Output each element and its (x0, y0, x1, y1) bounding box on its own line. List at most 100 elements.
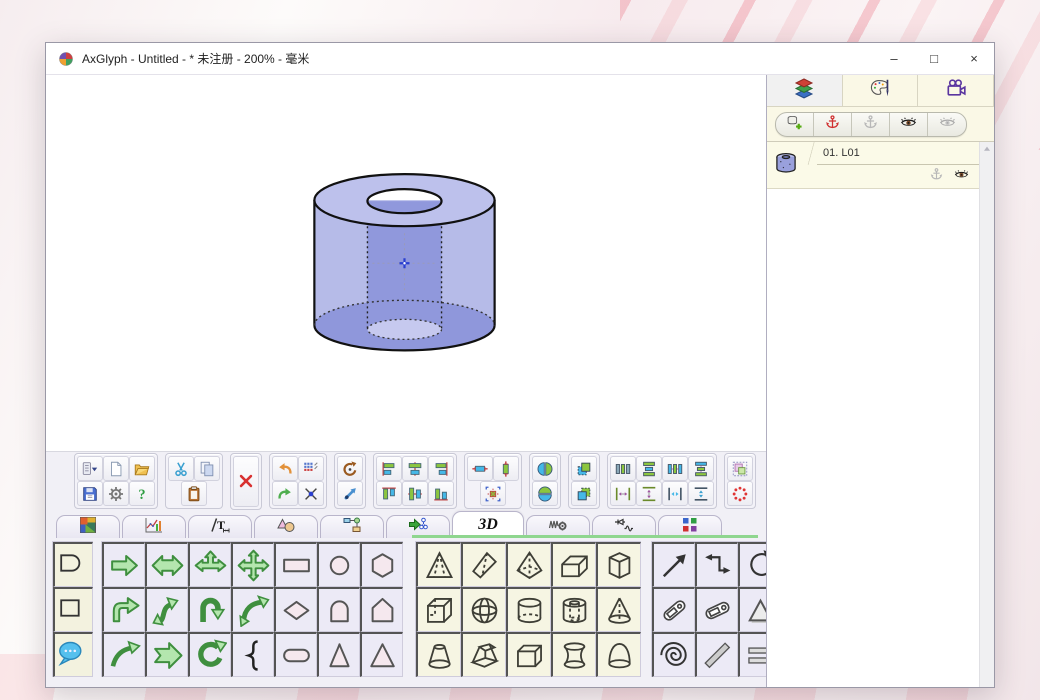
minimize-button[interactable]: – (874, 44, 914, 74)
center-vertical-button[interactable] (493, 456, 519, 481)
palette-square-pyramid-button[interactable] (506, 542, 551, 587)
rotate-free-button[interactable] (337, 481, 363, 506)
open-folder-button[interactable] (129, 456, 155, 481)
close-button[interactable]: × (954, 44, 994, 74)
align-center-button[interactable] (402, 456, 428, 481)
align-bottom-button[interactable] (428, 481, 454, 506)
align-middle-button[interactable] (402, 481, 428, 506)
palette-cube-button[interactable] (416, 587, 461, 632)
palette-tetrahedron-button[interactable] (461, 542, 506, 587)
palette-arrow-right-button[interactable] (102, 542, 145, 587)
palette-paraboloid-button[interactable] (596, 632, 641, 677)
cut-button[interactable] (168, 456, 194, 481)
layer-list-scrollbar[interactable] (979, 142, 994, 687)
palette-arrow-three-way-button[interactable] (188, 542, 231, 587)
flip-horizontal-button[interactable] (532, 456, 558, 481)
palette-shape-rect-button[interactable] (274, 542, 317, 587)
palette-arrow-u-turn-button[interactable] (188, 587, 231, 632)
palette-circular-arrow-button[interactable] (738, 542, 766, 587)
palette-triangle-solid-button[interactable] (738, 587, 766, 632)
palette-cylinder-button[interactable] (506, 587, 551, 632)
paste-button[interactable] (181, 481, 207, 506)
palette-cuboid-button[interactable] (506, 632, 551, 677)
palette-frustum-button[interactable] (416, 632, 461, 677)
undo-button[interactable] (272, 456, 298, 481)
palette-prism-horizontal-button[interactable] (551, 542, 596, 587)
style-panel-tab[interactable] (843, 75, 919, 106)
space-vertical-button[interactable] (636, 481, 662, 506)
palette-arrow-both-button[interactable] (145, 542, 188, 587)
show-layer-button[interactable] (890, 113, 928, 136)
center-horizontal-button[interactable] (467, 456, 493, 481)
tab-flowchart[interactable] (320, 515, 384, 538)
copy-button[interactable] (194, 456, 220, 481)
new-file-button[interactable] (103, 456, 129, 481)
delete-button[interactable] (233, 456, 259, 507)
palette-arrow-s-curve-button[interactable] (145, 587, 188, 632)
app-menu-button[interactable] (77, 456, 103, 481)
min-space-vertical-button[interactable] (688, 481, 714, 506)
align-right-button[interactable] (428, 456, 454, 481)
palette-cone-button[interactable] (596, 587, 641, 632)
palette-pin-capsule-button[interactable] (652, 587, 695, 632)
align-left-button[interactable] (376, 456, 402, 481)
palette-arrow-corner-button[interactable] (102, 587, 145, 632)
snap-grid-button[interactable] (298, 456, 324, 481)
rotate-button[interactable] (337, 456, 363, 481)
min-space-horizontal-button[interactable] (662, 481, 688, 506)
bring-forward-button[interactable] (571, 456, 597, 481)
palette-double-bars-button[interactable] (738, 632, 766, 677)
palette-arrow-refresh-button[interactable] (188, 632, 231, 677)
send-backward-button[interactable] (571, 481, 597, 506)
palette-thick-line-button[interactable] (695, 632, 738, 677)
tab-basic-shapes[interactable] (254, 515, 318, 538)
help-button[interactable]: ? (129, 481, 155, 506)
add-layer-button[interactable] (776, 113, 814, 136)
drawing-canvas[interactable] (46, 75, 766, 452)
node-center-button[interactable] (298, 481, 324, 506)
palette-quick-arc-shape-button[interactable] (53, 542, 93, 587)
tab-clipart[interactable] (56, 515, 120, 538)
align-top-button[interactable] (376, 481, 402, 506)
maximize-button[interactable]: □ (914, 44, 954, 74)
palette-arrow-four-way-button[interactable] (231, 542, 274, 587)
save-button[interactable] (77, 481, 103, 506)
media-panel-tab[interactable] (918, 75, 994, 106)
palette-shape-pentagon-button[interactable] (360, 587, 403, 632)
tab-charts[interactable] (122, 515, 186, 538)
palette-shape-circle-button[interactable] (317, 542, 360, 587)
tab-line-text-dimension[interactable]: T (188, 515, 252, 538)
palette-shape-arch-button[interactable] (317, 587, 360, 632)
unanchor-layer-button[interactable] (852, 113, 890, 136)
palette-sphere-button[interactable] (461, 587, 506, 632)
hide-layer-button[interactable] (928, 113, 966, 136)
palette-curly-brace-button[interactable] (231, 632, 274, 677)
palette-diagonal-arrow-button[interactable] (652, 542, 695, 587)
palette-truncated-pyramid-button[interactable] (461, 632, 506, 677)
distribute-horizontal-button[interactable] (610, 456, 636, 481)
title-bar[interactable]: AxGlyph - Untitled - * 未注册 - 200% - 毫米 –… (46, 43, 994, 75)
palette-tube-button[interactable] (551, 587, 596, 632)
palette-shape-pill-button[interactable] (274, 632, 317, 677)
palette-hyperboloid-button[interactable] (551, 632, 596, 677)
palette-arrow-notched-button[interactable] (145, 632, 188, 677)
layer-item[interactable]: 01. L01 (767, 142, 979, 189)
center-page-button[interactable] (480, 481, 506, 506)
layer-anchor-icon[interactable] (929, 167, 944, 187)
space-horizontal-button[interactable] (610, 481, 636, 506)
layers-panel-tab[interactable] (767, 75, 843, 106)
palette-pin-capsule-2-button[interactable] (695, 587, 738, 632)
palette-elbow-arrow-button[interactable] (695, 542, 738, 587)
palette-spiral-button[interactable] (652, 632, 695, 677)
settings-button[interactable] (103, 481, 129, 506)
group-transform-button[interactable] (727, 456, 753, 481)
anchor-layer-button[interactable] (814, 113, 852, 136)
flip-vertical-button[interactable] (532, 481, 558, 506)
equal-width-button[interactable] (662, 456, 688, 481)
redo-button[interactable] (272, 481, 298, 506)
palette-shape-triangle-button[interactable] (360, 632, 403, 677)
palette-arrow-curve-double-button[interactable] (231, 587, 274, 632)
palette-pyramid-button[interactable] (416, 542, 461, 587)
palette-arrow-curve-button[interactable] (102, 632, 145, 677)
scroll-up-button[interactable] (980, 142, 995, 158)
